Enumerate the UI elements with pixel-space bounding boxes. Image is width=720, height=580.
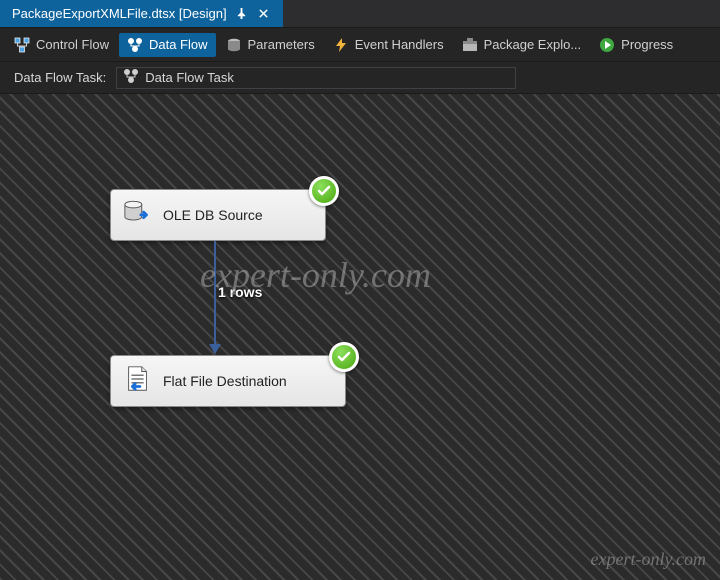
data-flow-task-bar: Data Flow Task: Data Flow Task (0, 62, 720, 94)
tab-label: Parameters (248, 37, 315, 52)
tab-progress[interactable]: Progress (591, 33, 681, 57)
node-flat-file-destination[interactable]: Flat File Destination (110, 355, 346, 407)
db-source-icon (123, 198, 153, 233)
control-flow-icon (14, 37, 30, 53)
tab-package-explorer[interactable]: Package Explo... (454, 33, 590, 57)
node-label: Flat File Destination (163, 373, 287, 389)
watermark-corner: expert-only.com (591, 549, 706, 570)
tab-label: Control Flow (36, 37, 109, 52)
success-badge-icon (329, 342, 359, 372)
tab-label: Event Handlers (355, 37, 444, 52)
pin-icon[interactable] (235, 8, 249, 19)
tab-parameters[interactable]: Parameters (218, 33, 323, 57)
design-canvas[interactable]: OLE DB Source 1 rows Flat File Destinati… (0, 94, 720, 580)
progress-icon (599, 37, 615, 53)
task-selector-value: Data Flow Task (145, 70, 234, 85)
package-explorer-icon (462, 37, 478, 53)
task-bar-label: Data Flow Task: (14, 70, 106, 85)
tab-event-handlers[interactable]: Event Handlers (325, 33, 452, 57)
success-badge-icon (309, 176, 339, 206)
row-count-label: 1 rows (218, 284, 262, 300)
node-label: OLE DB Source (163, 207, 263, 223)
document-tab-title: PackageExportXMLFile.dtsx [Design] (12, 6, 227, 21)
event-handlers-icon (333, 37, 349, 53)
arrow-head-icon (209, 344, 221, 354)
ssis-tab-bar: Control Flow Data Flow Parameters Event … (0, 28, 720, 62)
node-ole-db-source[interactable]: OLE DB Source (110, 189, 326, 241)
task-selector[interactable]: Data Flow Task (116, 67, 516, 89)
tab-control-flow[interactable]: Control Flow (6, 33, 117, 57)
flat-file-icon (123, 364, 153, 399)
task-icon (123, 68, 139, 87)
data-flow-icon (127, 37, 143, 53)
document-tab-active[interactable]: PackageExportXMLFile.dtsx [Design] (0, 0, 283, 27)
data-path-arrow[interactable] (214, 241, 216, 353)
tab-data-flow[interactable]: Data Flow (119, 33, 216, 57)
document-tab-strip: PackageExportXMLFile.dtsx [Design] (0, 0, 720, 28)
tab-label: Progress (621, 37, 673, 52)
tab-label: Package Explo... (484, 37, 582, 52)
tab-label: Data Flow (149, 37, 208, 52)
close-icon[interactable] (257, 8, 271, 19)
parameters-icon (226, 37, 242, 53)
